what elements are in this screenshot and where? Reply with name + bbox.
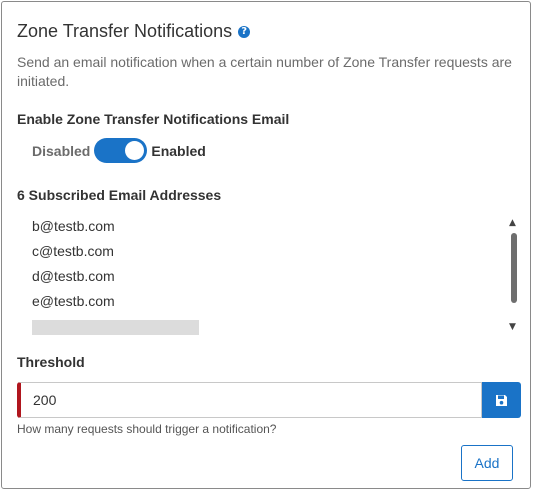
toggle-knob: [125, 141, 145, 160]
threshold-label: Threshold: [17, 354, 85, 370]
toggle-on-label: Enabled: [151, 142, 206, 159]
save-threshold-button[interactable]: [482, 382, 521, 418]
email-list-item[interactable]: d@testb.com: [32, 267, 492, 292]
help-icon[interactable]: ?: [238, 25, 251, 38]
email-list-item[interactable]: b@testb.com: [32, 217, 492, 242]
threshold-hint: How many requests should trigger a notif…: [17, 422, 277, 436]
threshold-input[interactable]: 200: [17, 382, 482, 418]
toggle-off-label: Disabled: [32, 142, 91, 159]
notifications-toggle-row: Disabled Enabled: [32, 138, 206, 163]
email-list-item[interactable]: e@testb.com: [32, 292, 492, 317]
notifications-email-label: Enable Zone Transfer Notifications Email: [17, 111, 290, 127]
scroll-up-icon[interactable]: ▲: [509, 218, 516, 228]
scrollbar-thumb[interactable]: [511, 233, 517, 303]
panel-description: Send an email notification when a certai…: [17, 54, 512, 89]
zone-transfer-notifications-panel: Zone Transfer Notifications ? Send an em…: [1, 1, 531, 489]
title-row: Zone Transfer Notifications ?: [17, 21, 251, 42]
save-icon: [496, 394, 507, 406]
add-button[interactable]: Add: [461, 445, 513, 481]
email-list-item[interactable]: c@testb.com: [32, 242, 492, 267]
panel-title: Zone Transfer Notifications: [17, 21, 233, 41]
subscribed-emails-label: 6 Subscribed Email Addresses: [17, 187, 222, 203]
notifications-toggle[interactable]: [94, 138, 148, 163]
email-list: b@testb.com c@testb.com d@testb.com e@te…: [32, 217, 492, 317]
scroll-down-icon[interactable]: ▼: [509, 322, 516, 332]
email-list-item-partial: [32, 320, 199, 335]
